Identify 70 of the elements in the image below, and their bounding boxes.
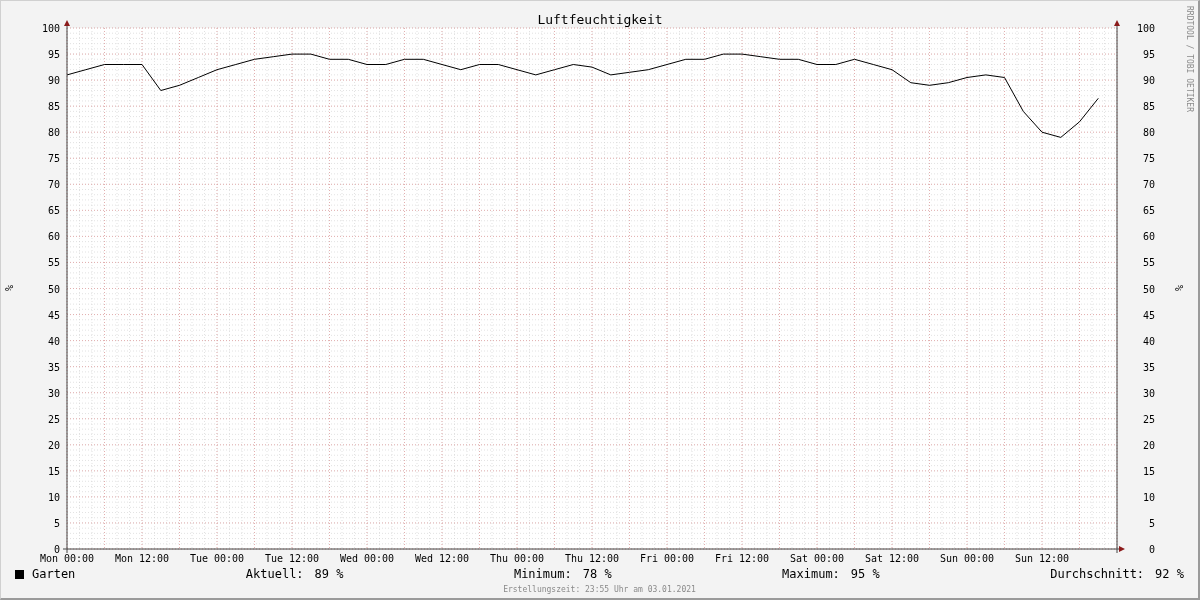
axis-label: % (1174, 285, 1185, 291)
y-tick-label: 95 (47, 49, 60, 61)
y-tick-label: 100 (41, 23, 60, 34)
y-tick-label: 50 (1142, 283, 1155, 295)
y-tick-label: 45 (1142, 309, 1155, 321)
y-tick-label: 50 (47, 283, 60, 295)
axis-label: % (4, 285, 15, 291)
x-tick-label: Sat 12:00 (864, 553, 920, 564)
y-tick-label: 70 (1142, 179, 1155, 191)
y-tick-label: 55 (1142, 257, 1155, 269)
x-tick-label: Sun 12:00 (1014, 553, 1070, 564)
y-tick-label: 5 (53, 517, 60, 529)
y-tick-label: 80 (1142, 127, 1155, 139)
y-tick-label: 0 (53, 544, 60, 555)
y-tick-label: 25 (47, 413, 60, 425)
y-tick-label: 60 (47, 231, 60, 243)
y-tick-label: 75 (1142, 153, 1155, 165)
y-tick-label: 0 (1148, 544, 1155, 555)
y-tick-label: 95 (1142, 49, 1155, 61)
y-tick-label: 75 (47, 153, 60, 165)
y-tick-label: 100 (1136, 23, 1155, 34)
y-tick-label: 60 (1142, 231, 1155, 243)
legend-label: Garten (32, 567, 76, 581)
y-tick-label: 15 (47, 465, 60, 477)
y-tick-label: 45 (47, 309, 60, 321)
y-tick-label: 40 (47, 335, 60, 347)
stat-label: Aktuell: (245, 567, 304, 581)
stat-label: Durchschnitt: (1050, 567, 1145, 581)
stat-label: Minimum: (513, 567, 572, 581)
y-tick-label: 65 (1142, 205, 1155, 217)
stat-label: Maximum: (782, 567, 840, 581)
y-tick-label: 35 (47, 361, 60, 373)
y-tick-label: 30 (47, 387, 60, 399)
y-tick-label: 65 (47, 205, 60, 217)
y-tick-label: 85 (47, 101, 60, 113)
vertical-credit-text: RRDTOOL / TOBI OETIKER (1185, 6, 1194, 112)
x-tick-label: Wed 12:00 (414, 553, 470, 564)
y-tick-label: 70 (47, 179, 60, 191)
x-tick-label: Fri 12:00 (714, 553, 770, 564)
y-tick-label: 25 (1142, 413, 1155, 425)
y-tick-label: 40 (1142, 335, 1155, 347)
x-tick-label: Thu 00:00 (489, 553, 545, 564)
x-tick-label: Tue 00:00 (189, 553, 245, 564)
y-tick-label: 5 (1148, 517, 1155, 529)
y-tick-label: 20 (1142, 439, 1155, 451)
y-tick-label: 85 (1142, 101, 1155, 113)
stat-value: 78 % (582, 567, 612, 581)
y-tick-label: 15 (1142, 465, 1155, 477)
y-tick-label: 55 (47, 257, 60, 269)
y-tick-label: 30 (1142, 387, 1155, 399)
y-tick-label: 20 (47, 439, 60, 451)
x-tick-label: Mon 00:00 (39, 553, 95, 564)
stat-value: 89 % (314, 567, 344, 581)
stat-value: 95 % (850, 567, 880, 581)
stat-value: 92 % (1155, 567, 1184, 581)
y-tick-label: 35 (1142, 361, 1155, 373)
y-tick-label: 90 (47, 75, 60, 87)
y-tick-label: 10 (1142, 491, 1155, 503)
x-tick-label: Sun 00:00 (939, 553, 995, 564)
x-tick-label: Mon 12:00 (114, 553, 170, 564)
creation-time-text: Erstellungszeit: 23:55 Uhr am 03.01.2021 (502, 585, 697, 594)
x-tick-label: Wed 00:00 (339, 553, 395, 564)
y-tick-label: 90 (1142, 75, 1155, 87)
x-tick-label: Thu 12:00 (564, 553, 620, 564)
x-tick-label: Fri 00:00 (639, 553, 695, 564)
y-tick-label: 10 (47, 491, 60, 503)
x-tick-label: Tue 12:00 (264, 553, 320, 564)
chart-title: Luftfeuchtigkeit (537, 12, 663, 27)
y-tick-label: 80 (47, 127, 60, 139)
x-tick-label: Sat 00:00 (789, 553, 845, 564)
